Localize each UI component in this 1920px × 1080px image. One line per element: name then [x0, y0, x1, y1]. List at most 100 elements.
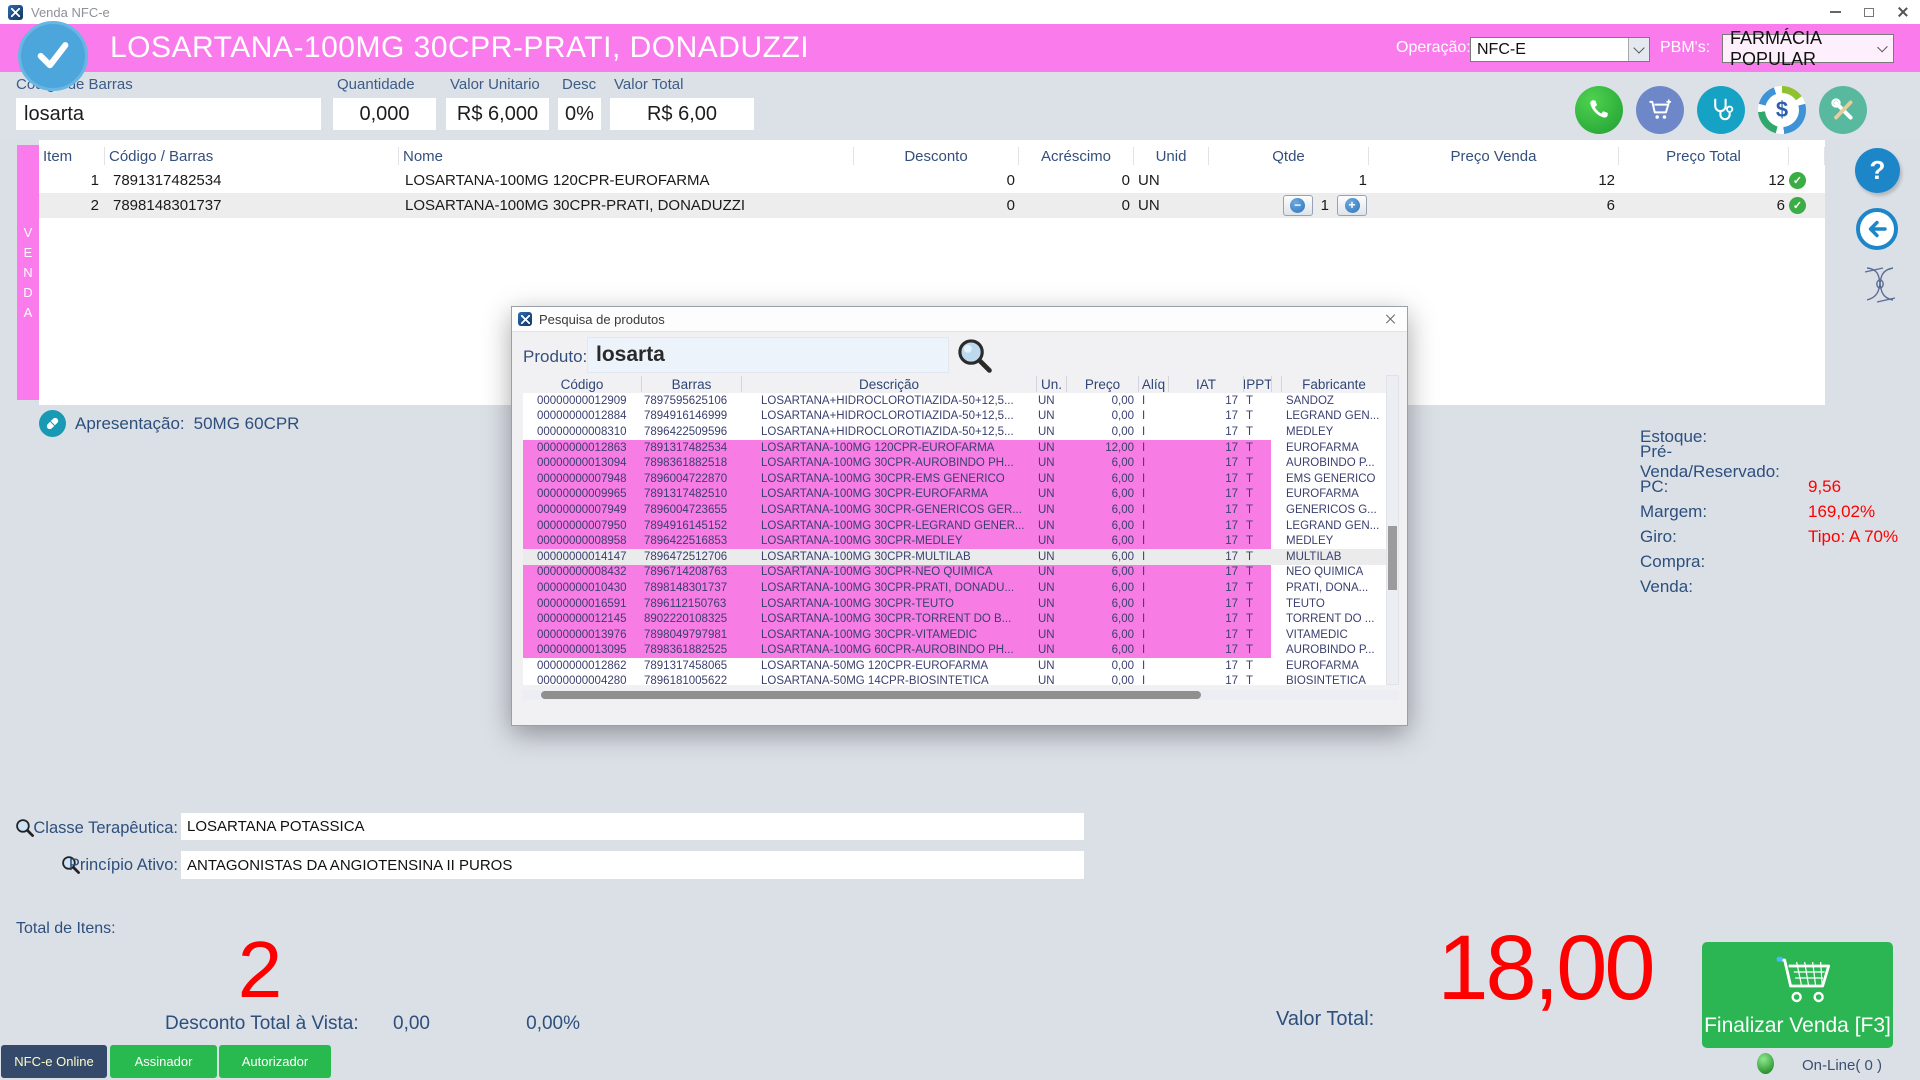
product-row[interactable]: 000000000099657891317482510LOSARTANA-100…	[523, 487, 1386, 503]
maximize-icon	[1864, 8, 1874, 17]
product-row[interactable]: 000000000079487896004722870LOSARTANA-100…	[523, 471, 1386, 487]
product-row[interactable]: 000000000141477896472512706LOSARTANA-100…	[523, 549, 1386, 565]
item-number: 1	[39, 172, 105, 189]
product-row[interactable]: 000000000129097897595625106LOSARTANA+HID…	[523, 393, 1386, 409]
product-row[interactable]: 000000000042807896181005622LOSARTANA-50M…	[523, 674, 1386, 685]
result-un: UN	[1036, 674, 1066, 685]
vertical-scrollbar[interactable]	[1386, 375, 1399, 685]
finalizar-venda-button[interactable]: Finalizar Venda [F3]	[1702, 942, 1893, 1048]
result-preco: 6,00	[1066, 596, 1138, 612]
product-row[interactable]: 000000000128637891317482534LOSARTANA-100…	[523, 440, 1386, 456]
principio-ativo-field[interactable]: ANTAGONISTAS DA ANGIOTENSINA II PUROS	[181, 851, 1084, 879]
product-row[interactable]: 000000000104307898148301737LOSARTANA-100…	[523, 580, 1386, 596]
product-row[interactable]: 000000000128627891317458065LOSARTANA-50M…	[523, 658, 1386, 674]
result-tick	[1271, 658, 1281, 674]
cart-icon	[1646, 96, 1674, 124]
items-table-header: ItemCódigo / BarrasNomeDescontoAcréscimo…	[39, 144, 1825, 168]
result-codigo: 00000000013094	[523, 455, 641, 471]
result-ippt: T	[1243, 424, 1271, 440]
item-qtde-value: 1	[1359, 172, 1367, 189]
product-row[interactable]: 000000000121458902220108325LOSARTANA-100…	[523, 611, 1386, 627]
result-preco: 6,00	[1066, 502, 1138, 518]
info-row: PC:9,56	[1640, 474, 1910, 499]
minimize-button[interactable]	[1818, 0, 1852, 24]
product-row[interactable]: 000000000130957898361882525LOSARTANA-100…	[523, 643, 1386, 659]
produto-search-input[interactable]: losarta	[587, 337, 949, 373]
horizontal-scrollbar[interactable]	[523, 690, 1399, 700]
purchase-cart-button[interactable]	[1636, 86, 1684, 134]
classe-terapeutica-field[interactable]: LOSARTANA POTASSICA	[181, 813, 1084, 840]
product-row[interactable]: 000000000130947898361882518LOSARTANA-100…	[523, 455, 1386, 471]
scrollbar-thumb[interactable]	[1388, 526, 1397, 590]
qty-increase-button[interactable]: +	[1337, 195, 1367, 216]
help-button[interactable]: ?	[1855, 148, 1900, 193]
autorizador-button[interactable]: Autorizador	[219, 1045, 331, 1078]
tools-button[interactable]	[1819, 86, 1867, 134]
operacao-select[interactable]: NFC-E	[1470, 37, 1650, 62]
app-icon	[8, 5, 23, 20]
result-preco: 6,00	[1066, 611, 1138, 627]
result-un: UN	[1036, 455, 1066, 471]
product-row[interactable]: 000000000128847894916146999LOSARTANA+HID…	[523, 409, 1386, 425]
item-row[interactable]: 27898148301737LOSARTANA-100MG 30CPR-PRAT…	[39, 193, 1825, 218]
item-barcode: 7891317482534	[105, 172, 399, 189]
window-title: Venda NFC-e	[31, 5, 110, 20]
result-barras: 7898148301737	[641, 580, 741, 596]
whatsapp-button[interactable]	[1575, 86, 1623, 134]
valor-total-input[interactable]: R$ 6,00	[610, 98, 754, 130]
current-product-title: LOSARTANA-100MG 30CPR-PRATI, DONADUZZI	[110, 24, 809, 72]
product-row[interactable]: 000000000089587896422516853LOSARTANA-100…	[523, 533, 1386, 549]
result-fabricante: AUROBINDO P...	[1281, 455, 1386, 471]
dialog-close-icon[interactable]	[1385, 313, 1397, 325]
question-icon: ?	[1870, 155, 1886, 186]
result-codigo: 00000000007949	[523, 502, 641, 518]
result-barras: 7898361882518	[641, 455, 741, 471]
quantidade-input[interactable]: 0,000	[333, 98, 436, 130]
result-codigo: 00000000010430	[523, 580, 641, 596]
result-fabricante: NEO QUIMICA	[1281, 565, 1386, 581]
finance-button[interactable]: $	[1758, 86, 1806, 134]
result-tick	[1271, 674, 1281, 685]
finalizar-venda-label: Finalizar Venda [F3]	[1704, 1014, 1891, 1038]
health-button[interactable]	[1697, 86, 1745, 134]
nfce-online-button[interactable]: NFC-e Online	[1, 1045, 107, 1078]
result-codigo: 00000000008432	[523, 565, 641, 581]
result-barras: 7894916146999	[641, 409, 741, 425]
scrollbar-thumb[interactable]	[541, 691, 1201, 699]
product-row[interactable]: 000000000165917896112150763LOSARTANA-100…	[523, 596, 1386, 612]
result-aliq: I	[1138, 409, 1168, 425]
valor-unitario-input[interactable]: R$ 6,000	[446, 98, 549, 130]
result-descricao: LOSARTANA+HIDROCLOROTIAZIDA-50+12,5...	[741, 424, 1036, 440]
result-tick	[1271, 518, 1281, 534]
result-fabricante: MEDLEY	[1281, 533, 1386, 549]
dialog-titlebar[interactable]: Pesquisa de produtos	[512, 307, 1407, 332]
pbm-select[interactable]: FARMÁCIA POPULAR	[1722, 34, 1894, 63]
product-row[interactable]: 000000000079507894916145152LOSARTANA-100…	[523, 518, 1386, 534]
result-iat: 17	[1168, 611, 1243, 627]
classe-terapeutica-label: Classe Terapêutica:	[0, 819, 178, 838]
result-un: UN	[1036, 549, 1066, 565]
result-barras: 7896181005622	[641, 674, 741, 685]
scale-button[interactable]	[1857, 260, 1903, 310]
product-row[interactable]: 000000000079497896004723655LOSARTANA-100…	[523, 502, 1386, 518]
codigo-barras-input[interactable]: losarta	[16, 98, 321, 130]
assinador-button[interactable]: Assinador	[110, 1045, 217, 1078]
result-tick	[1271, 565, 1281, 581]
valor-total-value: 18,00	[1350, 922, 1740, 1014]
desconto-input[interactable]: 0%	[558, 98, 601, 130]
product-row[interactable]: 000000000083107896422509596LOSARTANA+HID…	[523, 424, 1386, 440]
result-un: UN	[1036, 502, 1066, 518]
product-row[interactable]: 000000000139767898049797981LOSARTANA-100…	[523, 627, 1386, 643]
back-button[interactable]	[1856, 208, 1898, 250]
result-codigo: 00000000004280	[523, 674, 641, 685]
info-value: 169,02%	[1808, 502, 1875, 522]
close-button[interactable]	[1886, 0, 1920, 24]
maximize-button[interactable]	[1852, 0, 1886, 24]
product-row[interactable]: 000000000084327896714208763LOSARTANA-100…	[523, 565, 1386, 581]
item-row[interactable]: 17891317482534LOSARTANA-100MG 120CPR-EUR…	[39, 168, 1825, 193]
whatsapp-icon	[1586, 97, 1612, 123]
qty-decrease-button[interactable]: −	[1283, 195, 1313, 216]
info-label: PC:	[1640, 477, 1808, 497]
result-barras: 7898361882525	[641, 643, 741, 659]
result-barras: 7896422516853	[641, 533, 741, 549]
